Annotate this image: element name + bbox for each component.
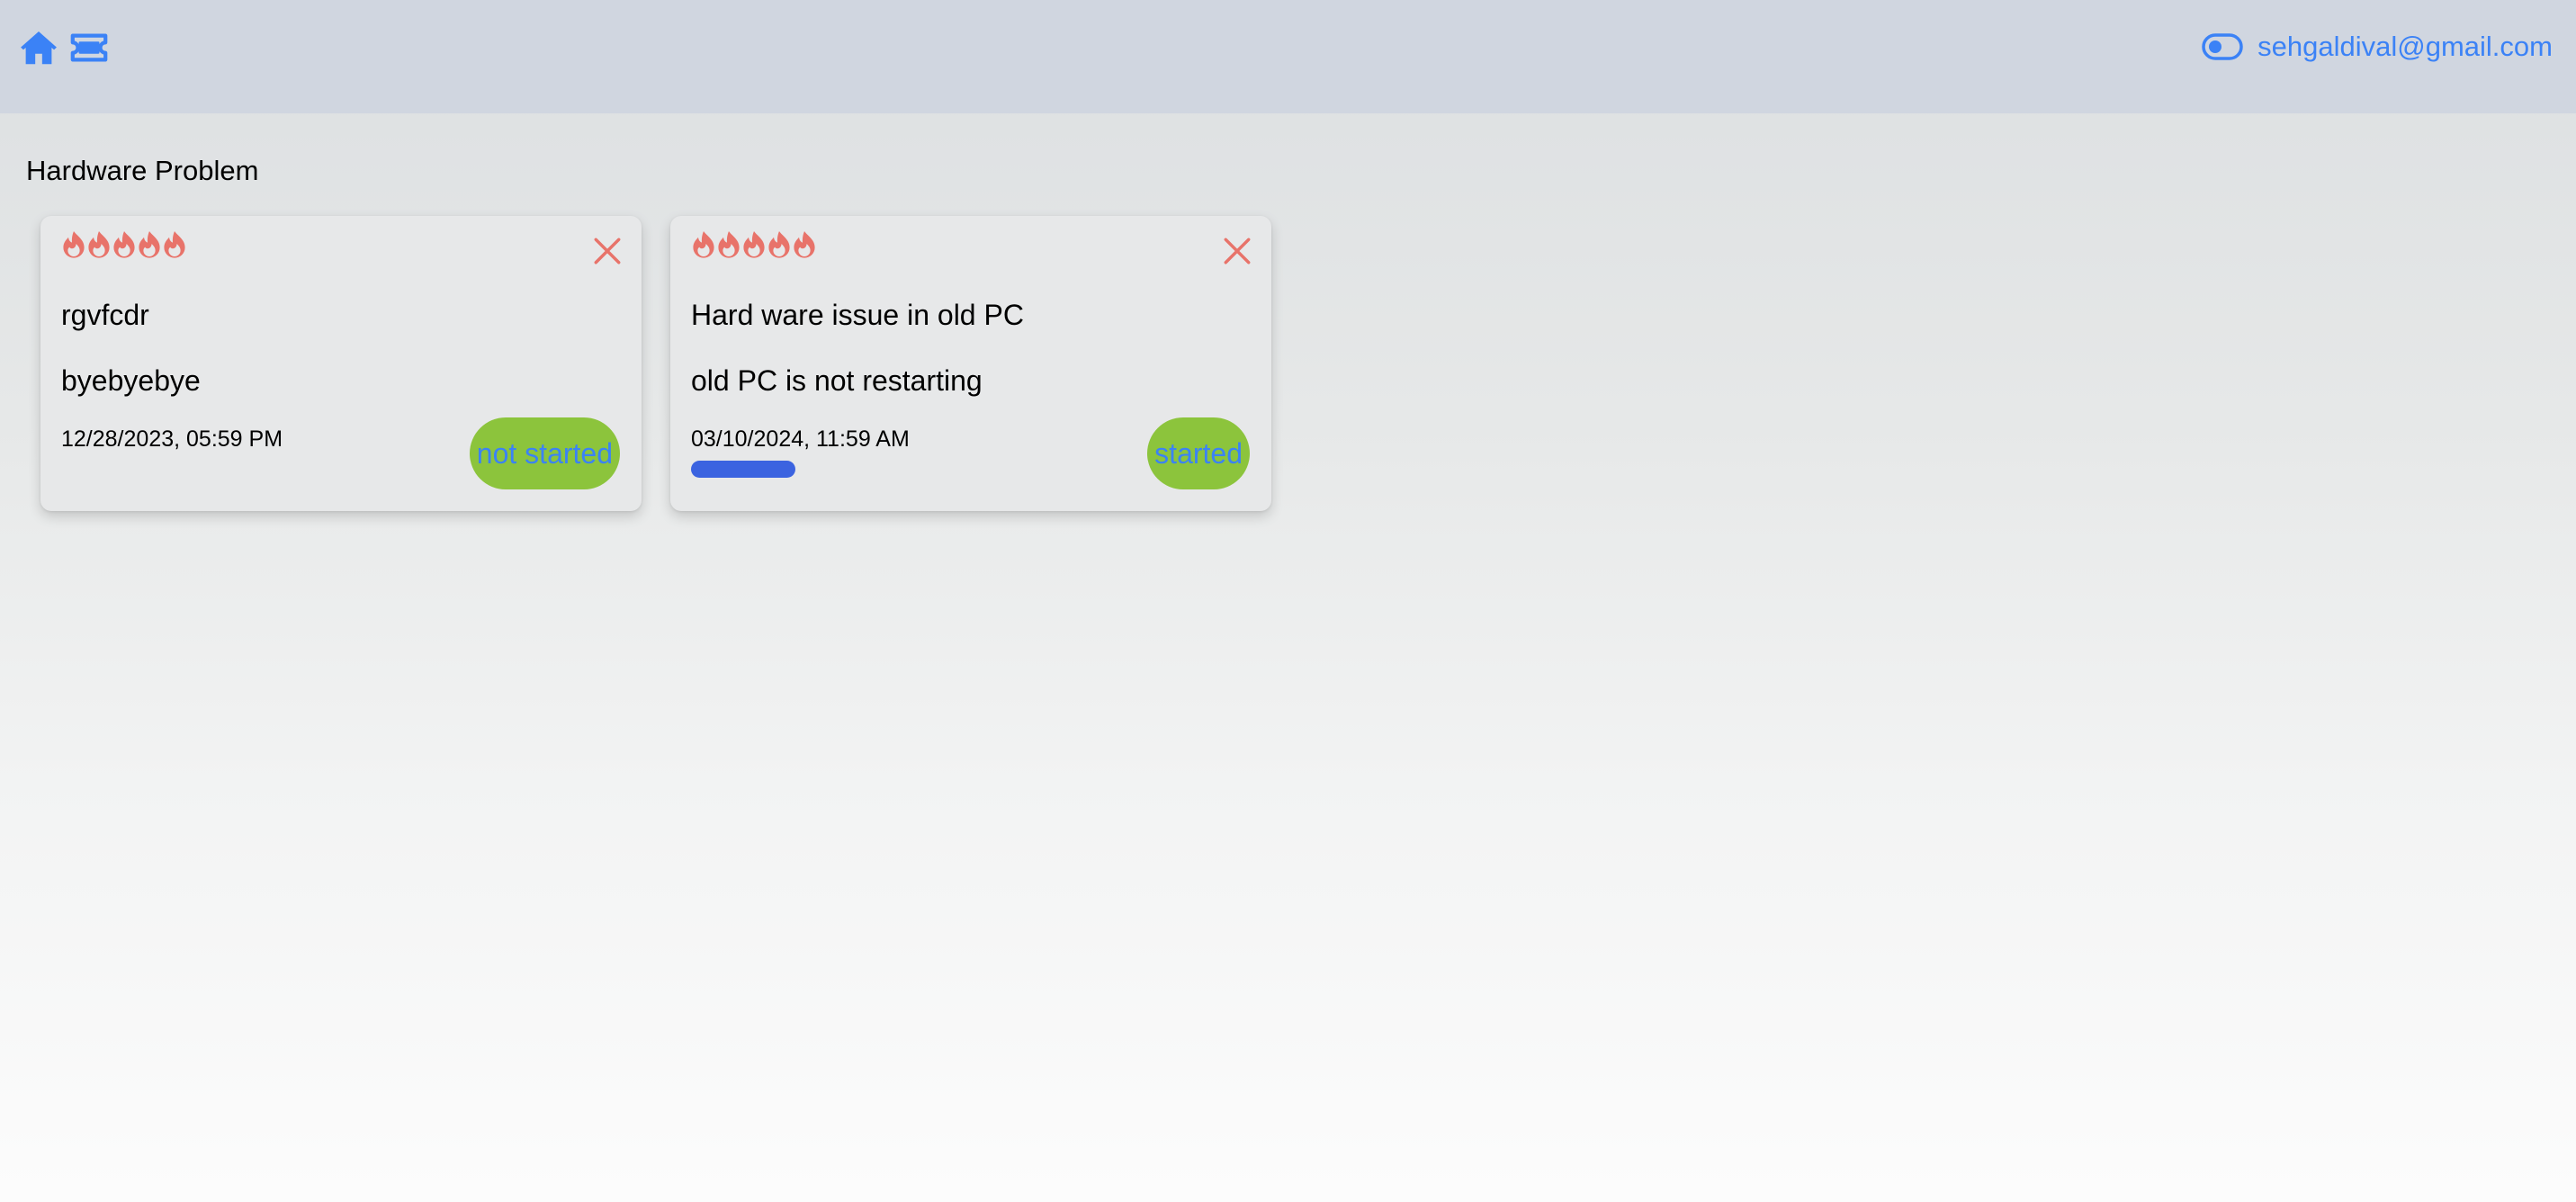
close-icon[interactable] xyxy=(1222,236,1252,266)
ticket-card[interactable]: rgvfcdr byebyebye 12/28/2023, 05:59 PM n… xyxy=(40,216,642,511)
fire-icon xyxy=(139,231,160,258)
close-icon[interactable] xyxy=(592,236,623,266)
progress-bar xyxy=(691,461,795,478)
section-title: Hardware Problem xyxy=(26,155,259,186)
fire-icon xyxy=(63,231,85,258)
ticket-description: old PC is not restarting xyxy=(691,364,983,397)
fire-icon xyxy=(693,231,714,258)
ticket-title: Hard ware issue in old PC xyxy=(691,299,1024,331)
status-button[interactable]: not started xyxy=(469,417,620,489)
status-button[interactable]: started xyxy=(1147,417,1250,489)
fire-icon xyxy=(768,231,790,258)
fire-icon xyxy=(113,231,135,258)
home-icon[interactable] xyxy=(18,27,59,68)
fire-icon xyxy=(88,231,110,258)
ticket-title: rgvfcdr xyxy=(61,299,149,331)
nav-left xyxy=(18,27,110,68)
fire-icon xyxy=(164,231,185,258)
priority-rating xyxy=(61,229,187,258)
fire-icon xyxy=(743,231,765,258)
ticket-description: byebyebye xyxy=(61,364,201,397)
ticket-cards: rgvfcdr byebyebye 12/28/2023, 05:59 PM n… xyxy=(40,216,1271,511)
priority-rating xyxy=(691,229,817,258)
fire-icon xyxy=(794,231,815,258)
ticket-card[interactable]: Hard ware issue in old PC old PC is not … xyxy=(670,216,1271,511)
ticket-date: 12/28/2023, 05:59 PM xyxy=(61,426,283,452)
ticket-icon[interactable] xyxy=(68,27,110,68)
nav-right: sehgaldival@gmail.com xyxy=(2202,31,2553,63)
ticket-date: 03/10/2024, 11:59 AM xyxy=(691,426,910,452)
top-navbar: sehgaldival@gmail.com xyxy=(0,0,2576,113)
fire-icon xyxy=(718,231,740,258)
user-email-link[interactable]: sehgaldival@gmail.com xyxy=(2257,31,2553,63)
toggle-icon[interactable] xyxy=(2202,33,2243,60)
